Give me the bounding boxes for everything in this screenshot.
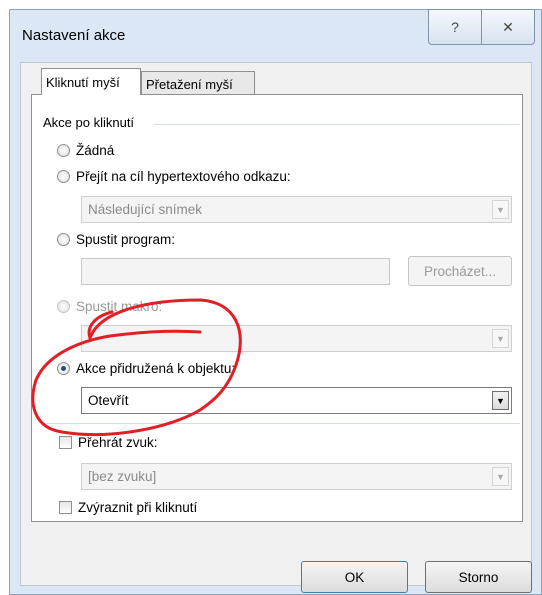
sound-select-value: [bez zvuku]	[88, 469, 157, 484]
radio-run-macro-label: Spustit makro:	[76, 299, 163, 314]
dialog-client: Kliknutí myší Přetažení myší Akce po kli…	[20, 62, 532, 593]
sound-select[interactable]: [bez zvuku] ▼	[81, 463, 512, 490]
dialog-window: Nastavení akce ? ✕ Kliknutí myší Přetaže…	[9, 9, 542, 595]
radio-run-macro[interactable]	[57, 300, 70, 313]
radio-none-label: Žádná	[76, 143, 115, 158]
chevron-down-icon[interactable]: ▼	[492, 467, 509, 486]
chevron-down-icon[interactable]: ▼	[492, 329, 509, 348]
hyperlink-select[interactable]: Následující snímek ▼	[81, 196, 512, 223]
highlight-row[interactable]: Zvýraznit při kliknutí	[59, 500, 197, 515]
highlight-checkbox[interactable]	[59, 501, 72, 514]
dialog-title: Nastavení akce	[22, 27, 126, 44]
radio-none[interactable]	[57, 144, 70, 157]
highlight-label: Zvýraznit při kliknutí	[78, 500, 198, 515]
object-action-select-value: Otevřít	[88, 393, 129, 408]
radio-run-program-label: Spustit program:	[76, 232, 176, 247]
chevron-down-icon[interactable]: ▼	[492, 200, 509, 219]
radio-object-action-label: Akce přidružená k objektu:	[76, 361, 236, 376]
radio-none-row[interactable]: Žádná	[57, 143, 114, 158]
ok-button[interactable]: OK	[301, 561, 408, 593]
help-button[interactable]: ?	[428, 9, 482, 45]
radio-run-macro-row[interactable]: Spustit makro:	[57, 299, 162, 314]
play-sound-checkbox[interactable]	[59, 436, 72, 449]
radio-hyperlink-row[interactable]: Přejít na cíl hypertextového odkazu:	[57, 169, 291, 184]
play-sound-label: Přehrát zvuk:	[78, 435, 158, 450]
play-sound-row[interactable]: Přehrát zvuk:	[59, 435, 158, 450]
browse-button[interactable]: Procházet...	[408, 256, 512, 286]
radio-run-program-row[interactable]: Spustit program:	[57, 232, 175, 247]
radio-hyperlink-label: Přejít na cíl hypertextového odkazu:	[76, 169, 291, 184]
tab-mouse-over[interactable]: Přetažení myší	[141, 71, 255, 96]
close-button[interactable]: ✕	[481, 9, 535, 45]
program-path-input[interactable]	[81, 258, 390, 285]
section-divider	[43, 423, 520, 424]
cancel-button[interactable]: Storno	[425, 561, 532, 593]
group-divider	[154, 124, 520, 125]
radio-object-action[interactable]	[57, 362, 70, 375]
macro-select[interactable]: ▼	[81, 325, 512, 352]
radio-object-action-row[interactable]: Akce přidružená k objektu:	[57, 361, 235, 376]
radio-run-program[interactable]	[57, 233, 70, 246]
chevron-down-icon[interactable]: ▼	[492, 391, 509, 410]
hyperlink-select-value: Následující snímek	[88, 202, 203, 217]
group-label: Akce po kliknutí	[43, 115, 139, 130]
object-action-select[interactable]: Otevřít ▼	[81, 387, 512, 414]
radio-hyperlink[interactable]	[57, 170, 70, 183]
tab-mouse-click[interactable]: Kliknutí myší	[41, 68, 141, 95]
